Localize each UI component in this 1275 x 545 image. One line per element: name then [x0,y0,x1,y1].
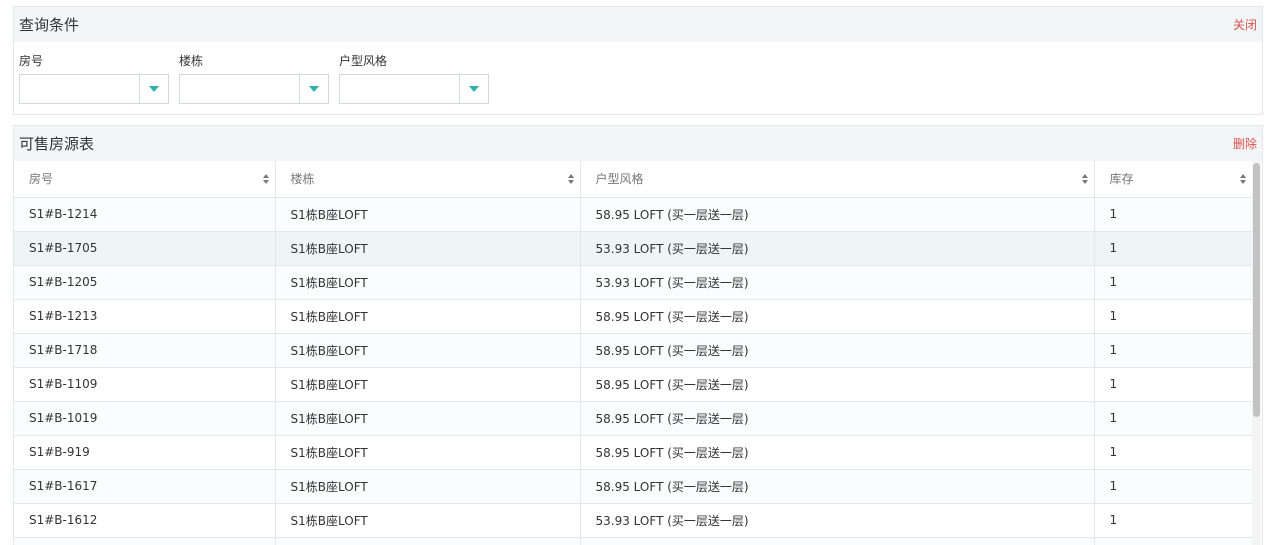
cell-room-number: S1#B-1705 [14,231,276,266]
cell-layout-style: 58.95 LOFT (买一层送一层) [580,197,1095,232]
cell-room-number: S1#B-1617 [14,469,276,504]
cell-room-number: S1#B-1205 [14,265,276,300]
cell-stock [1094,537,1252,545]
filter-label: 户型风格 [339,54,388,68]
cell-layout-style: 53.93 LOFT (买一层送一层) [580,503,1095,538]
cell-building: S1栋B座LOFT [275,265,581,300]
cell-building: S1栋B座LOFT [275,299,581,334]
cell-room-number [14,537,276,545]
cell-room-number: S1#B-1019 [14,401,276,436]
cell-room-number: S1#B-919 [14,435,276,470]
cell-stock: 1 [1094,367,1252,402]
cell-stock: 1 [1094,503,1252,538]
column-header-room-number[interactable]: 房号 [14,161,276,198]
cell-building: S1栋B座LOFT [275,469,581,504]
table-header-row: 房号 楼栋 户型风格 库存 [14,161,1252,198]
table-body: S1#B-1214 S1栋B座LOFT 58.95 LOFT (买一层送一层) 1 S1… [14,197,1252,545]
caret-down-icon[interactable] [300,75,328,103]
column-label: 户型风格 [595,172,644,187]
cell-room-number: S1#B-1718 [14,333,276,368]
filter-row: 房号 楼栋 户型风格 [14,42,1262,114]
cell-stock: 1 [1094,299,1252,334]
select-value[interactable] [340,75,460,103]
column-header-building[interactable]: 楼栋 [275,161,581,198]
cell-building: S1栋B座LOFT [275,503,581,538]
table-scrollbar[interactable] [1252,161,1261,545]
filter-room-number: 房号 [19,52,169,104]
cell-stock: 1 [1094,197,1252,232]
cell-room-number: S1#B-1213 [14,299,276,334]
listing-panel-title: 可售房源表 [19,135,95,153]
filter-building: 楼栋 [179,52,329,104]
cell-stock: 1 [1094,231,1252,266]
sort-icon[interactable] [567,174,574,184]
cell-layout-style [580,537,1095,545]
listing-panel: 可售房源表 删除 房号 楼栋 户型风格 库存 S1#B-1214 S1栋B座LOF… [13,125,1263,545]
column-label: 库存 [1109,172,1134,187]
caret-down-icon[interactable] [460,75,488,103]
cell-building: S1栋B座LOFT [275,333,581,368]
column-label: 楼栋 [290,172,315,187]
query-panel: 查询条件 关闭 房号 楼栋 户型风格 [13,6,1263,115]
delete-button[interactable]: 删除 [1233,135,1257,152]
cell-room-number: S1#B-1214 [14,197,276,232]
table-row[interactable]: S1#B-1109 S1栋B座LOFT 58.95 LOFT (买一层送一层) 1 [14,367,1252,402]
cell-layout-style: 53.93 LOFT (买一层送一层) [580,231,1095,266]
listing-panel-header: 可售房源表 删除 [14,126,1262,161]
cell-layout-style: 58.95 LOFT (买一层送一层) [580,469,1095,504]
select-value[interactable] [20,75,140,103]
layout-style-select[interactable] [339,74,489,104]
table-row[interactable]: S1#B-1612 S1栋B座LOFT 53.93 LOFT (买一层送一层) 1 [14,503,1252,538]
cell-layout-style: 58.95 LOFT (买一层送一层) [580,299,1095,334]
sort-icon[interactable] [1240,174,1246,184]
cell-layout-style: 53.93 LOFT (买一层送一层) [580,265,1095,300]
cell-stock: 1 [1094,265,1252,300]
building-select[interactable] [179,74,329,104]
query-panel-title: 查询条件 [19,16,80,34]
table-row[interactable]: S1#B-1019 S1栋B座LOFT 58.95 LOFT (买一层送一层) 1 [14,401,1252,436]
table-row[interactable]: S1#B-1718 S1栋B座LOFT 58.95 LOFT (买一层送一层) 1 [14,333,1252,368]
table-row[interactable]: S1#B-1205 S1栋B座LOFT 53.93 LOFT (买一层送一层) 1 [14,265,1252,300]
filter-layout-style: 户型风格 [339,52,489,104]
column-label: 房号 [29,172,54,187]
cell-building: S1栋B座LOFT [275,367,581,402]
cell-stock: 1 [1094,333,1252,368]
cell-building [275,537,581,545]
cell-layout-style: 58.95 LOFT (买一层送一层) [580,401,1095,436]
listing-table: 房号 楼栋 户型风格 库存 S1#B-1214 S1栋B座LOFT 58.95 LO… [14,161,1252,545]
cell-stock: 1 [1094,435,1252,470]
close-button[interactable]: 关闭 [1233,16,1257,33]
table-row[interactable]: S1#B-919 S1栋B座LOFT 58.95 LOFT (买一层送一层) 1 [14,435,1252,470]
table-row[interactable]: S1#B-1705 S1栋B座LOFT 53.93 LOFT (买一层送一层) 1 [14,231,1252,266]
cell-building: S1栋B座LOFT [275,401,581,436]
table-row[interactable] [14,537,1252,545]
cell-room-number: S1#B-1109 [14,367,276,402]
sort-icon[interactable] [1081,174,1088,184]
cell-room-number: S1#B-1612 [14,503,276,538]
cell-stock: 1 [1094,401,1252,436]
query-panel-header: 查询条件 关闭 [14,7,1262,42]
cell-layout-style: 58.95 LOFT (买一层送一层) [580,333,1095,368]
cell-building: S1栋B座LOFT [275,231,581,266]
table-row[interactable]: S1#B-1617 S1栋B座LOFT 58.95 LOFT (买一层送一层) 1 [14,469,1252,504]
filter-label: 楼栋 [179,54,204,68]
filter-label: 房号 [19,54,44,68]
caret-down-icon[interactable] [140,75,168,103]
table-row[interactable]: S1#B-1213 S1栋B座LOFT 58.95 LOFT (买一层送一层) 1 [14,299,1252,334]
scrollbar-thumb[interactable] [1253,163,1260,417]
column-header-stock[interactable]: 库存 [1094,161,1252,198]
table-container: 房号 楼栋 户型风格 库存 S1#B-1214 S1栋B座LOFT 58.95 LO… [14,161,1262,545]
cell-building: S1栋B座LOFT [275,435,581,470]
room-number-select[interactable] [19,74,169,104]
cell-building: S1栋B座LOFT [275,197,581,232]
select-value[interactable] [180,75,300,103]
column-header-layout-style[interactable]: 户型风格 [580,161,1095,198]
cell-stock: 1 [1094,469,1252,504]
sort-icon[interactable] [262,174,269,184]
cell-layout-style: 58.95 LOFT (买一层送一层) [580,435,1095,470]
table-row[interactable]: S1#B-1214 S1栋B座LOFT 58.95 LOFT (买一层送一层) 1 [14,197,1252,232]
cell-layout-style: 58.95 LOFT (买一层送一层) [580,367,1095,402]
